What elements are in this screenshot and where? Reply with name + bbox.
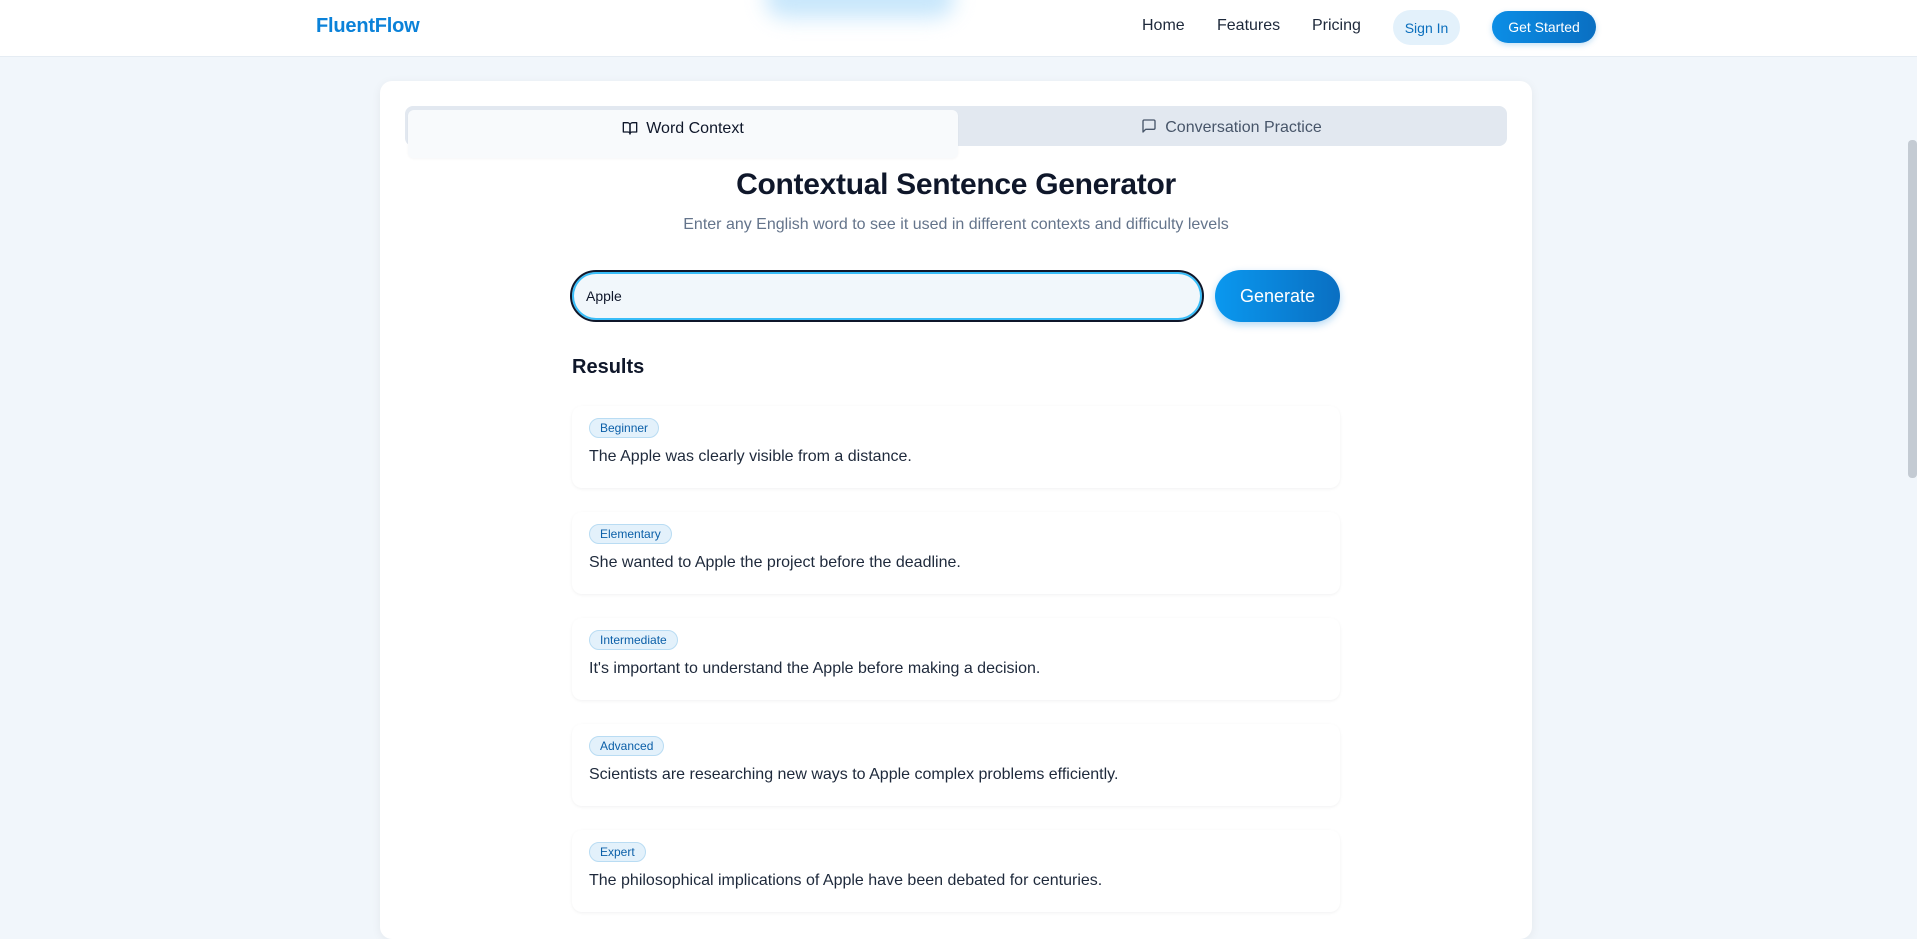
page-scrollbar[interactable] xyxy=(1908,140,1917,478)
top-navbar: FluentFlow Home Features Pricing Sign In… xyxy=(0,0,1917,57)
decorative-glow xyxy=(765,0,955,18)
nav-link-home[interactable]: Home xyxy=(1142,17,1185,35)
tab-bar: Word Context Conversation Practice xyxy=(405,106,1507,158)
generate-button[interactable]: Generate xyxy=(1215,270,1340,322)
level-badge: Elementary xyxy=(589,524,672,544)
sign-in-button[interactable]: Sign In xyxy=(1393,10,1460,45)
message-square-icon xyxy=(1141,118,1157,139)
result-card-beginner: Beginner The Apple was clearly visible f… xyxy=(572,406,1340,488)
results-heading: Results xyxy=(572,356,645,378)
result-card-elementary: Elementary She wanted to Apple the proje… xyxy=(572,512,1340,594)
result-sentence: She wanted to Apple the project before t… xyxy=(589,554,961,571)
get-started-button[interactable]: Get Started xyxy=(1492,11,1596,43)
main-card xyxy=(380,81,1532,939)
result-sentence: It's important to understand the Apple b… xyxy=(589,660,1041,677)
book-open-icon xyxy=(622,120,638,141)
nav-link-pricing[interactable]: Pricing xyxy=(1312,17,1361,35)
nav-link-features[interactable]: Features xyxy=(1217,17,1280,35)
tab-conversation-practice[interactable]: Conversation Practice xyxy=(958,110,1505,146)
result-card-advanced: Advanced Scientists are researching new … xyxy=(572,724,1340,806)
level-badge: Beginner xyxy=(589,418,660,438)
brand-logo[interactable]: FluentFlow xyxy=(316,15,420,38)
result-card-intermediate: Intermediate It's important to understan… xyxy=(572,618,1340,700)
result-card-expert: Expert The philosophical implications of… xyxy=(572,830,1340,912)
page-title: Contextual Sentence Generator xyxy=(736,168,1176,201)
result-sentence: Scientists are researching new ways to A… xyxy=(589,766,1119,783)
tab-word-context[interactable]: Word Context xyxy=(408,110,958,158)
result-sentence: The Apple was clearly visible from a dis… xyxy=(589,448,912,465)
tab-word-context-label: Word Context xyxy=(646,120,744,137)
word-input[interactable] xyxy=(570,270,1204,322)
page-subtitle: Enter any English word to see it used in… xyxy=(683,216,1229,233)
level-badge: Expert xyxy=(589,842,646,862)
result-sentence: The philosophical implications of Apple … xyxy=(589,872,1103,889)
tab-conversation-practice-label: Conversation Practice xyxy=(1165,119,1322,136)
level-badge: Intermediate xyxy=(589,630,678,650)
level-badge: Advanced xyxy=(589,736,665,756)
